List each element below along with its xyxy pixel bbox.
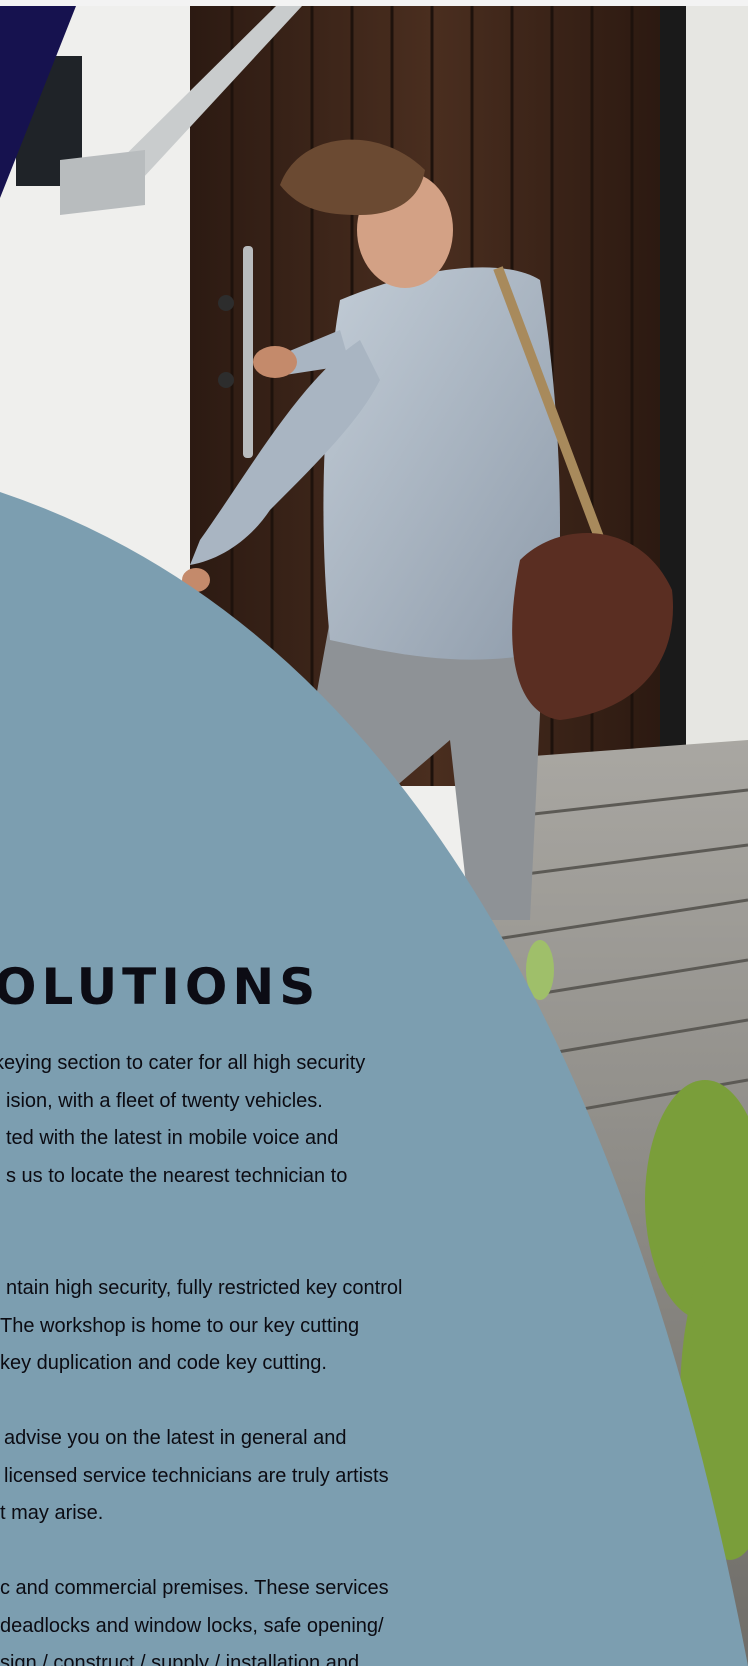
paragraph-services: c and commercial premises. These service… (0, 1570, 389, 1666)
paragraph-line: advise you on the latest in general and (4, 1427, 347, 1449)
solutions-section: OLUTIONS keying section to cater for all… (0, 0, 748, 1666)
paragraph-line: s us to locate the nearest technician to (6, 1164, 348, 1187)
paragraph-line: t may arise. (0, 1502, 104, 1524)
paragraph-line: sign / construct / supply / installation… (0, 1652, 360, 1666)
page: OLUTIONS keying section to cater for all… (0, 0, 748, 1666)
paragraph-line: ntain high security, fully restricted ke… (6, 1277, 403, 1299)
paragraph-line: keying section to cater for all high sec… (0, 1052, 366, 1074)
paragraph-technicians: advise you on the latest in general and … (0, 1420, 389, 1533)
section-heading: OLUTIONS (0, 958, 321, 1016)
paragraph-keying: keying section to cater for all high sec… (0, 1045, 365, 1195)
paragraph-line: ision, with a fleet of twenty vehicles. (6, 1089, 323, 1112)
paragraph-line: The workshop is home to our key cutting (0, 1314, 360, 1337)
paragraph-key-control: ntain high security, fully restricted ke… (0, 1270, 402, 1383)
paragraph-line: licensed service technicians are truly a… (4, 1464, 389, 1487)
paragraph-line: key duplication and code key cutting. (0, 1352, 327, 1374)
paragraph-line: c and commercial premises. These service… (0, 1577, 389, 1599)
paragraph-line: deadlocks and window locks, safe opening… (0, 1614, 384, 1637)
paragraph-line: ted with the latest in mobile voice and (6, 1127, 339, 1149)
